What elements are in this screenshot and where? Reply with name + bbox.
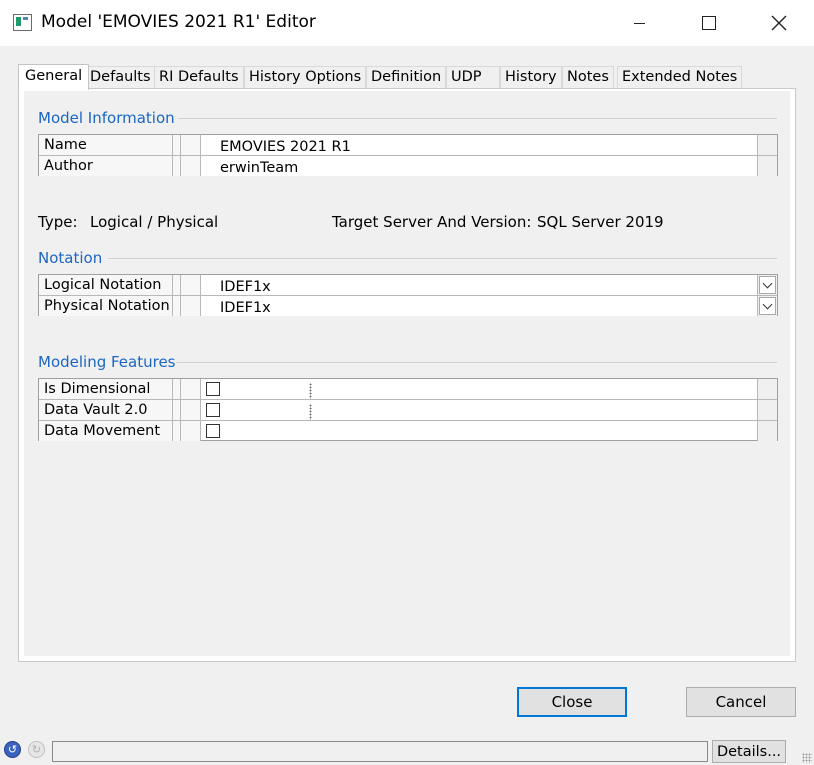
data-vault-checkbox[interactable] — [206, 403, 220, 417]
cancel-button[interactable]: Cancel — [686, 687, 796, 717]
undo-icon[interactable]: ↺ — [4, 741, 21, 758]
row-end-cell — [757, 156, 777, 176]
data-movement-checkbox[interactable] — [206, 424, 220, 438]
property-row-author: Author erwinTeam — [39, 156, 777, 176]
logical-notation-dropdown-button[interactable] — [759, 276, 776, 294]
chevron-down-icon — [762, 278, 773, 288]
redo-icon[interactable]: ↻ — [28, 741, 45, 758]
gutter-divider — [180, 400, 181, 420]
gutter-divider — [180, 156, 181, 176]
window-title: Model 'EMOVIES 2021 R1' Editor — [41, 12, 316, 32]
gutter-divider — [180, 135, 181, 155]
section-title-modeling-features: Modeling Features — [38, 353, 176, 371]
type-value: Logical / Physical — [90, 213, 219, 231]
row-end-cell — [757, 379, 777, 399]
title-bar: Model 'EMOVIES 2021 R1' Editor — [0, 0, 814, 46]
property-row-physical-notation: Physical Notation IDEF1x — [39, 296, 777, 316]
row-end-cell — [757, 296, 777, 316]
row-gutter — [173, 156, 201, 176]
author-field[interactable]: erwinTeam — [201, 156, 757, 176]
row-gutter — [173, 421, 201, 441]
column-splitter[interactable] — [309, 404, 312, 420]
property-row-data-movement: Data Movement — [39, 421, 777, 441]
tab-definition[interactable]: Definition — [366, 66, 447, 89]
tab-notes[interactable]: Notes — [562, 66, 614, 89]
close-icon — [771, 15, 787, 31]
property-row-data-vault: Data Vault 2.0 — [39, 400, 777, 421]
tab-defaults[interactable]: Defaults — [85, 66, 156, 89]
model-information-grid: Name EMOVIES 2021 R1 Author erwinTeam — [38, 134, 778, 176]
minimize-button[interactable] — [604, 0, 674, 46]
column-splitter[interactable] — [309, 383, 312, 399]
property-label: Is Dimensional — [39, 379, 173, 399]
section-divider — [108, 258, 777, 259]
close-button[interactable]: Close — [517, 687, 627, 717]
row-gutter — [173, 379, 312, 399]
row-gutter — [173, 135, 312, 155]
status-bar: ↺ ↻ Details... — [0, 738, 814, 765]
property-label: Physical Notation — [39, 296, 173, 316]
close-window-button[interactable] — [744, 0, 814, 46]
target-server-value: SQL Server 2019 — [537, 213, 664, 231]
is-dimensional-checkbox[interactable] — [206, 382, 220, 396]
row-gutter — [173, 275, 312, 295]
section-divider — [178, 118, 777, 119]
gutter-divider — [180, 379, 181, 399]
property-label: Logical Notation — [39, 275, 173, 295]
type-label: Type: — [38, 213, 78, 231]
status-field — [52, 741, 708, 762]
row-end-cell — [757, 275, 777, 295]
row-gutter — [173, 400, 312, 420]
resize-grip-icon[interactable] — [802, 753, 812, 763]
physical-notation-select[interactable]: IDEF1x — [201, 296, 757, 316]
modeling-features-grid: Is Dimensional Data Vault 2.0 Data Movem… — [38, 378, 778, 441]
notation-grid: Logical Notation IDEF1x Physical Notatio… — [38, 274, 778, 316]
row-gutter — [173, 296, 201, 316]
name-field[interactable]: EMOVIES 2021 R1 — [201, 135, 757, 155]
row-end-cell — [757, 400, 777, 420]
property-row-logical-notation: Logical Notation IDEF1x — [39, 275, 777, 296]
property-label: Data Vault 2.0 — [39, 400, 173, 420]
property-row-is-dimensional: Is Dimensional — [39, 379, 777, 400]
tab-extended-notes[interactable]: Extended Notes — [617, 66, 743, 89]
target-server-label: Target Server And Version: — [332, 213, 532, 231]
details-button[interactable]: Details... — [712, 740, 786, 763]
logical-notation-select[interactable]: IDEF1x — [201, 275, 757, 295]
tab-history-options[interactable]: History Options — [244, 66, 367, 89]
maximize-icon — [702, 16, 716, 30]
section-divider — [176, 362, 777, 363]
section-title-model-information: Model Information — [38, 109, 175, 127]
property-label: Author — [39, 156, 173, 176]
section-title-notation: Notation — [38, 249, 103, 267]
gutter-divider — [180, 296, 181, 316]
property-label: Data Movement — [39, 421, 173, 441]
tab-udp[interactable]: UDP — [446, 66, 500, 89]
property-label: Name — [39, 135, 173, 155]
tab-general[interactable]: General — [18, 64, 90, 90]
property-row-name: Name EMOVIES 2021 R1 — [39, 135, 777, 156]
row-end-cell — [757, 135, 777, 155]
tab-history[interactable]: History — [500, 66, 562, 89]
row-end-cell — [757, 421, 777, 441]
app-icon — [13, 14, 32, 31]
physical-notation-dropdown-button[interactable] — [759, 297, 776, 315]
chevron-down-icon — [762, 299, 773, 309]
gutter-divider — [180, 275, 181, 295]
minimize-icon — [633, 22, 645, 24]
maximize-button[interactable] — [674, 0, 744, 46]
gutter-divider — [180, 421, 181, 441]
tab-ri-defaults[interactable]: RI Defaults — [154, 66, 244, 89]
